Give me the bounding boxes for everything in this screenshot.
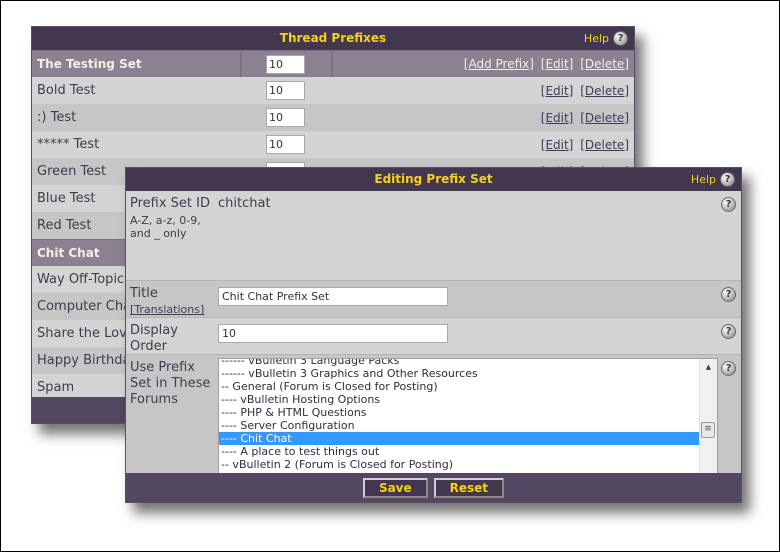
column-divider <box>240 51 242 77</box>
edit-link[interactable]: [Edit] <box>541 138 574 152</box>
translations-link[interactable]: [Translations] <box>130 303 204 316</box>
scroll-up-icon[interactable]: ▲ <box>700 359 717 375</box>
delete-link[interactable]: [Delete] <box>580 138 629 152</box>
forum-option[interactable]: ---- A place to test things out <box>219 445 699 458</box>
forums-label: Use Prefix Set in These Forums <box>130 360 211 407</box>
prefix-set-id-label: Prefix Set ID A-Z, a-z, 0-9, and _ only <box>130 196 216 240</box>
prefix-set-row: The Testing Set [Add Prefix] [Edit] [Del… <box>32 50 634 77</box>
prefix-set-id-value: chitchat <box>218 196 271 211</box>
thread-prefixes-help[interactable]: Help ? <box>584 27 628 50</box>
display-order-input[interactable] <box>266 108 305 127</box>
prefix-set-id-row: Prefix Set ID A-Z, a-z, 0-9, and _ only … <box>126 191 741 281</box>
editing-help[interactable]: Help ? <box>691 168 735 191</box>
prefix-name: Computer Chat <box>37 299 137 314</box>
delete-link[interactable]: [Delete] <box>580 111 629 125</box>
row-actions: [Add Prefix] [Edit] [Delete] <box>461 57 629 71</box>
forum-option[interactable]: ---- vBulletin Hosting Options <box>219 393 699 406</box>
editing-prefix-set-panel: Editing Prefix Set Help ? Prefix Set ID … <box>125 167 742 503</box>
prefix-set-id-label-text: Prefix Set ID <box>130 196 211 211</box>
help-icon[interactable]: ? <box>613 31 628 46</box>
prefix-set-name: The Testing Set <box>37 57 142 71</box>
scroll-thumb[interactable]: ≡ <box>701 422 715 438</box>
title-input[interactable] <box>218 287 448 306</box>
display-order-input[interactable] <box>266 81 305 100</box>
edit-link[interactable]: [Edit] <box>541 57 574 71</box>
title-row: Title [Translations] ? <box>126 281 741 318</box>
prefix-row: Bold Test [Edit] [Delete] <box>32 77 634 104</box>
help-icon[interactable]: ? <box>720 172 735 187</box>
prefix-set-id-hint: A-Z, a-z, 0-9, and _ only <box>130 214 201 240</box>
help-icon[interactable]: ? <box>721 361 736 376</box>
display-order-row: Display Order ? <box>126 318 741 355</box>
editing-prefix-set-header: Editing Prefix Set Help ? <box>126 168 741 191</box>
prefix-set-name: Chit Chat <box>37 246 100 260</box>
row-actions: [Edit] [Delete] <box>538 138 629 152</box>
help-icon[interactable]: ? <box>721 197 736 212</box>
column-divider <box>331 51 333 77</box>
forum-option-selected[interactable]: ---- Chit Chat <box>219 432 699 445</box>
prefix-name: ***** Test <box>37 137 100 152</box>
forum-option[interactable]: ---- Server Configuration <box>219 419 699 432</box>
prefix-row: ***** Test [Edit] [Delete] <box>32 131 634 158</box>
delete-link[interactable]: [Delete] <box>580 84 629 98</box>
prefix-name: Happy Birthday <box>37 353 139 368</box>
display-order-input[interactable] <box>266 54 305 74</box>
title-label-text: Title <box>130 286 158 301</box>
edit-link[interactable]: [Edit] <box>541 84 574 98</box>
help-label[interactable]: Help <box>584 27 609 50</box>
forum-option[interactable]: ------ vBulletin 3 Graphics and Other Re… <box>219 367 699 380</box>
forum-option[interactable]: ------ vBulletin 3 Language Packs <box>219 359 699 367</box>
prefix-row: :) Test [Edit] [Delete] <box>32 104 634 131</box>
add-prefix-link[interactable]: [Add Prefix] <box>464 57 534 71</box>
display-order-input[interactable] <box>266 135 305 154</box>
row-actions: [Edit] [Delete] <box>538 84 629 98</box>
prefix-name: Share the Love <box>37 326 135 341</box>
prefix-name: Red Test <box>37 218 92 233</box>
thread-prefixes-title: Thread Prefixes <box>279 31 387 45</box>
editing-footer: Save Reset <box>126 473 741 502</box>
forum-option[interactable]: -- vBulletin 2 (Forum is Closed for Post… <box>219 458 699 471</box>
save-button[interactable]: Save <box>362 477 428 498</box>
prefix-name: Bold Test <box>37 83 96 98</box>
prefix-name: :) Test <box>37 110 77 125</box>
prefix-name: Green Test <box>37 164 107 179</box>
help-icon[interactable]: ? <box>721 287 736 302</box>
reset-button[interactable]: Reset <box>433 477 505 498</box>
edit-link[interactable]: [Edit] <box>541 111 574 125</box>
delete-link[interactable]: [Delete] <box>580 57 629 71</box>
editing-prefix-set-title: Editing Prefix Set <box>374 172 493 186</box>
forum-option[interactable]: -- General (Forum is Closed for Posting) <box>219 380 699 393</box>
forum-option[interactable]: ---- PHP & HTML Questions <box>219 406 699 419</box>
prefix-name: Way Off-Topic <box>37 272 125 287</box>
help-label[interactable]: Help <box>691 168 716 191</box>
row-actions: [Edit] [Delete] <box>538 111 629 125</box>
prefix-name: Blue Test <box>37 191 96 206</box>
display-order-label: Display Order <box>130 323 178 354</box>
display-order-input[interactable] <box>218 324 448 343</box>
title-label: Title [Translations] <box>130 286 216 318</box>
thread-prefixes-header: Thread Prefixes Help ? <box>32 27 634 50</box>
prefix-name: Spam <box>37 380 75 395</box>
help-icon[interactable]: ? <box>721 324 736 339</box>
